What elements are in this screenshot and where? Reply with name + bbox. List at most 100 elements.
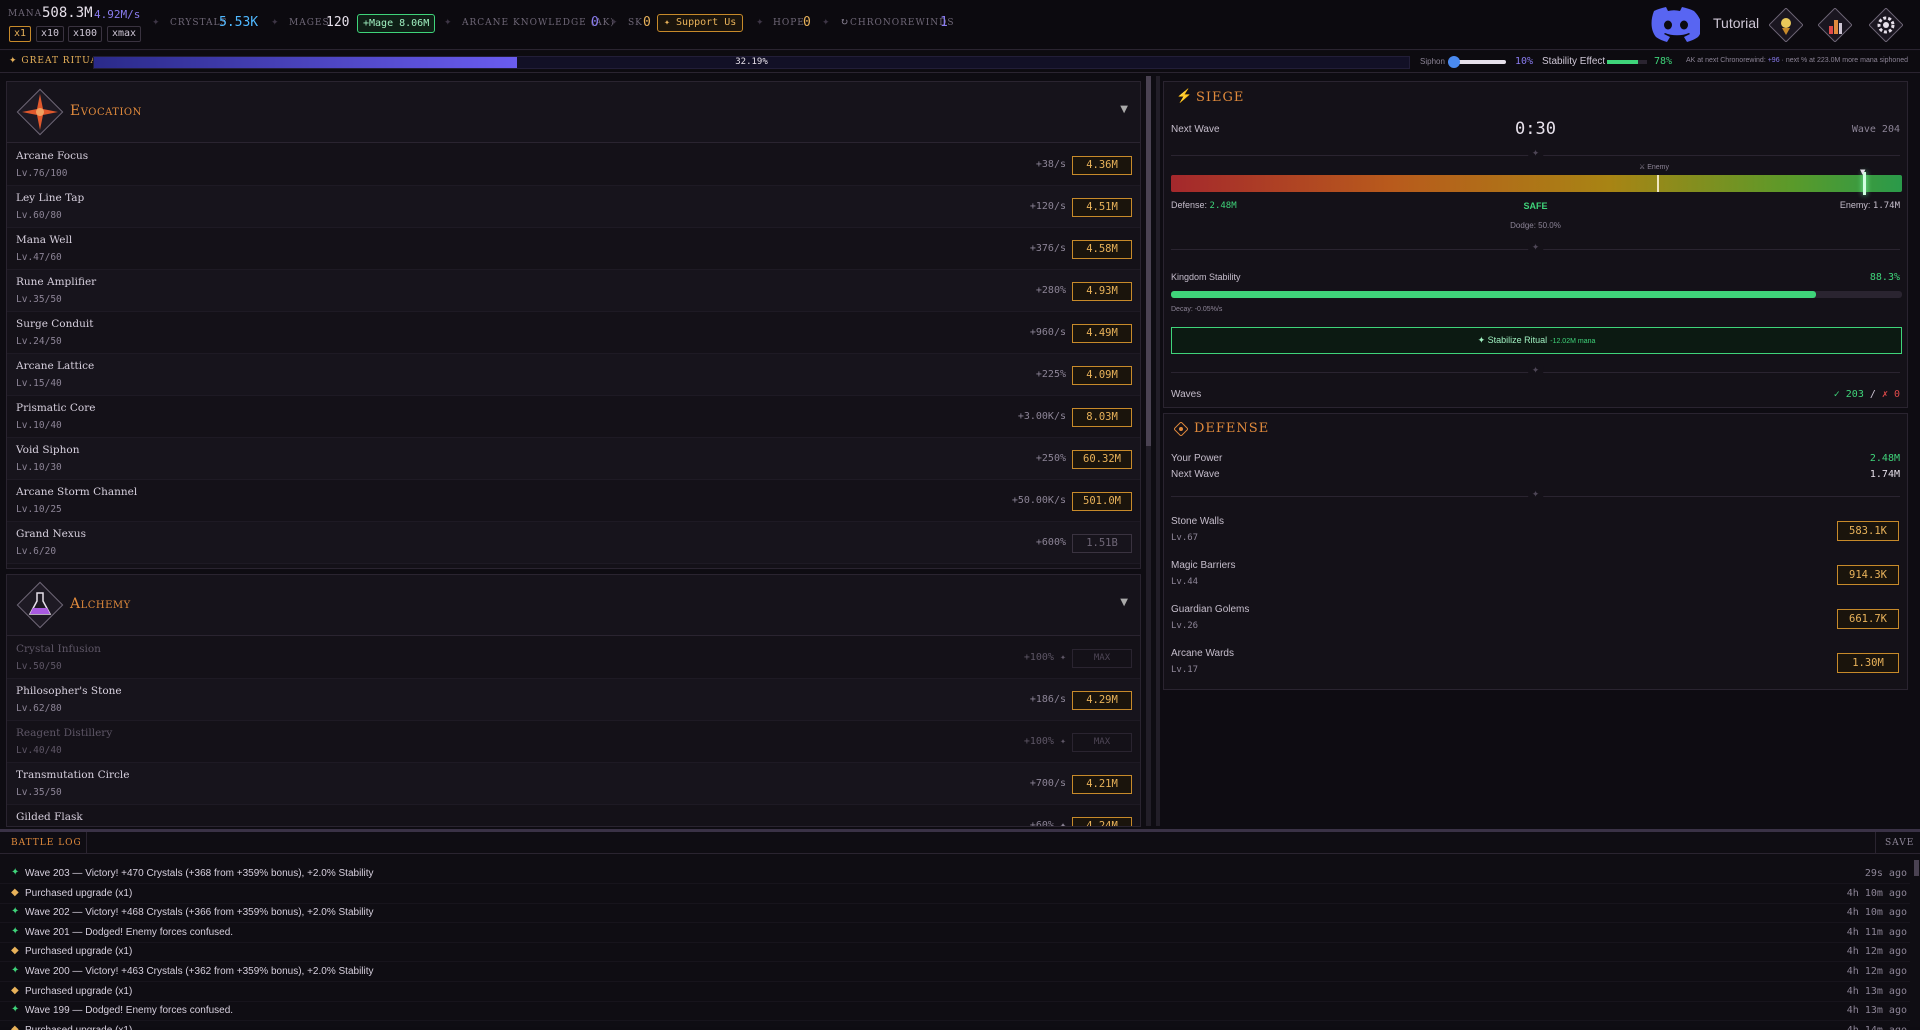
ak-note-prefix: AK at next Chronorewind: xyxy=(1686,57,1766,64)
ritual-progress-text: 32.19% xyxy=(735,57,768,67)
log-time: 4h 14m ago xyxy=(1847,1025,1907,1030)
upgrade-row[interactable]: Arcane Lattice Lv.15/40 +225% 4.09M xyxy=(7,354,1140,396)
defense-row[interactable]: Magic Barriers Lv.44 914.3K xyxy=(1164,554,1907,598)
upgrade-buy-button[interactable]: 4.24M xyxy=(1072,817,1132,826)
great-ritual-label: ✦ Great Ritual xyxy=(9,56,105,66)
upgrade-row[interactable]: Arcane Storm Channel Lv.10/25 +50.00K/s 501… xyxy=(7,480,1140,522)
log-text: Purchased upgrade (x1) xyxy=(25,1025,132,1030)
upgrade-name: Arcane Lattice xyxy=(16,360,95,372)
collapse-chevron-icon[interactable]: ▼ xyxy=(1120,597,1128,608)
left-scrollbar-thumb[interactable] xyxy=(1146,76,1151,446)
defense-buy-button[interactable]: 661.7K xyxy=(1837,609,1899,629)
collapse-chevron-icon[interactable]: ▼ xyxy=(1120,104,1128,115)
upgrade-buy-button[interactable]: 501.0M xyxy=(1072,492,1132,511)
enemy-marker xyxy=(1657,175,1659,192)
diamond-icon: ◆ xyxy=(11,886,19,898)
diamond-icon: ◆ xyxy=(11,984,19,996)
settings-gear-icon[interactable] xyxy=(1869,8,1903,42)
defense-row[interactable]: Arcane Wards Lv.17 1.30M xyxy=(1164,642,1907,686)
upgrade-buy-button[interactable]: 4.36M xyxy=(1072,156,1132,175)
upgrade-buy-button[interactable]: 4.49M xyxy=(1072,324,1132,343)
defense-name: Arcane Wards xyxy=(1171,648,1234,659)
kingdom-stability-value: 88.3% xyxy=(1869,272,1900,283)
upgrade-row[interactable]: Philosopher's Stone Lv.62/80 +186/s 4.29M xyxy=(7,679,1140,721)
kingdom-stability-fill xyxy=(1171,291,1817,298)
upgrade-row[interactable]: Ley Line Tap Lv.60/80 +120/s 4.51M xyxy=(7,186,1140,228)
defense-level: Lv.17 xyxy=(1171,665,1199,675)
header-separator xyxy=(86,832,87,854)
upgrade-buy-button[interactable]: 4.58M xyxy=(1072,240,1132,259)
battle-log: Battle Log Save ✦ Wave 203 — Victory! +47… xyxy=(0,829,1920,1030)
tutorial-button[interactable]: Tutorial xyxy=(1713,15,1759,31)
upgrade-name: Void Siphon xyxy=(16,444,80,456)
upgrade-row[interactable]: Transmutation Circle Lv.35/50 +700/s 4.21M xyxy=(7,763,1140,805)
discord-icon[interactable] xyxy=(1650,5,1700,43)
upgrade-level: Lv.24/50 xyxy=(16,336,62,347)
upgrade-row[interactable]: Void Siphon Lv.10/30 +250% 60.32M xyxy=(7,438,1140,480)
evocation-header[interactable]: Evocation ▼ xyxy=(7,82,1140,143)
mages-label: Mages xyxy=(289,18,330,28)
diamond-icon: ◆ xyxy=(11,945,19,957)
log-scrollbar-thumb[interactable] xyxy=(1914,860,1919,876)
upgrade-row[interactable]: Mana Well Lv.47/60 +376/s 4.58M xyxy=(7,228,1140,270)
defense-buy-button[interactable]: 1.30M xyxy=(1837,653,1899,673)
upgrade-row[interactable]: Prismatic Core Lv.10/40 +3.00K/s 8.03M xyxy=(7,396,1140,438)
stabilize-ritual-button[interactable]: ✦ Stabilize Ritual -12.02M mana xyxy=(1171,327,1902,354)
log-time: 4h 12m ago xyxy=(1846,946,1907,958)
upgrade-level: Lv.62/80 xyxy=(16,703,62,714)
upgrade-level: Lv.10/25 xyxy=(16,504,62,515)
upgrade-buy-button[interactable]: 4.21M xyxy=(1072,775,1132,794)
upgrade-row[interactable]: Reagent Distillery Lv.40/40 +100% ✦ MAX xyxy=(7,721,1140,763)
defense-row[interactable]: Guardian Golems Lv.26 661.7K xyxy=(1164,598,1907,642)
upgrade-row[interactable]: Crystal Infusion Lv.50/50 +100% ✦ MAX xyxy=(7,637,1140,679)
multiplier-x100[interactable]: x100 xyxy=(68,26,103,42)
upgrade-buy-button[interactable]: 8.03M xyxy=(1072,408,1132,427)
siphon-slider[interactable] xyxy=(1447,56,1506,68)
save-log-button[interactable]: Save xyxy=(1885,838,1914,848)
log-text: Wave 203 — Victory! +470 Crystals (+368 … xyxy=(25,868,374,879)
defense-name: Guardian Golems xyxy=(1171,604,1250,615)
defense-list: Stone Walls Lv.67 583.1K Magic Barriers Lv.4… xyxy=(1164,510,1907,686)
upgrade-buy-button[interactable]: 4.09M xyxy=(1072,366,1132,385)
evocation-title: Evocation xyxy=(70,103,142,119)
stability-effect-value: 78% xyxy=(1654,56,1673,67)
upgrade-row[interactable]: Gilded Flask +60% ✦ 4.24M xyxy=(7,805,1140,826)
multiplier-x1[interactable]: x1 xyxy=(9,26,32,42)
enemy-marker-label: ⚔ Enemy xyxy=(1639,164,1670,171)
upgrade-level: Lv.15/40 xyxy=(16,378,62,389)
upgrade-row[interactable]: Grand Nexus Lv.6/20 +600% 1.51B xyxy=(7,522,1140,564)
upgrade-buy-button[interactable]: 60.32M xyxy=(1072,450,1132,469)
multiplier-x10[interactable]: x10 xyxy=(36,26,65,42)
siphon-slider-handle[interactable] xyxy=(1447,56,1460,68)
upgrade-buy-button[interactable]: 1.51B xyxy=(1072,534,1132,553)
battle-log-entries: ✦ Wave 203 — Victory! +470 Crystals (+368… xyxy=(0,865,1912,1030)
upgrade-row[interactable]: Surge Conduit Lv.24/50 +960/s 4.49M xyxy=(7,312,1140,354)
defense-buy-button[interactable]: 583.1K xyxy=(1837,521,1899,541)
log-entry: ✦ Wave 203 — Victory! +470 Crystals (+368… xyxy=(0,865,1910,884)
stability-effect-track xyxy=(1607,60,1647,64)
achievements-icon[interactable] xyxy=(1769,8,1803,42)
upgrade-row[interactable]: Arcane Focus Lv.76/100 +38/s 4.36M xyxy=(7,144,1140,186)
stability-decay: Decay: -0.05%/s xyxy=(1171,306,1223,313)
defense-level: Lv.44 xyxy=(1171,577,1199,587)
add-mage-button[interactable]: +Mage 8.06M xyxy=(357,14,436,33)
siphon-value: 10% xyxy=(1515,56,1534,67)
upgrade-name: Rune Amplifier xyxy=(16,276,97,288)
stats-icon[interactable] xyxy=(1818,8,1852,42)
your-power-label: Your Power xyxy=(1171,453,1223,464)
left-scrollbar[interactable] xyxy=(1146,76,1151,826)
defense-row[interactable]: Stone Walls Lv.67 583.1K xyxy=(1164,510,1907,554)
alchemy-header[interactable]: Alchemy ▼ xyxy=(7,575,1140,636)
wave-timer: 0:30 xyxy=(1515,119,1556,139)
defense-buy-button[interactable]: 914.3K xyxy=(1837,565,1899,585)
upgrade-row[interactable]: Rune Amplifier Lv.35/50 +280% 4.93M xyxy=(7,270,1140,312)
upgrade-buy-button[interactable]: 4.29M xyxy=(1072,691,1132,710)
upgrade-buy-button[interactable]: 4.51M xyxy=(1072,198,1132,217)
alchemy-title: Alchemy xyxy=(70,596,131,612)
upgrade-name: Gilded Flask xyxy=(16,811,83,823)
battle-log-title: Battle Log xyxy=(11,838,82,848)
multiplier-xmax[interactable]: xmax xyxy=(107,26,142,42)
kingdom-stability-track xyxy=(1171,291,1902,298)
support-us-button[interactable]: ✦ Support Us xyxy=(657,14,744,32)
upgrade-buy-button[interactable]: 4.93M xyxy=(1072,282,1132,301)
